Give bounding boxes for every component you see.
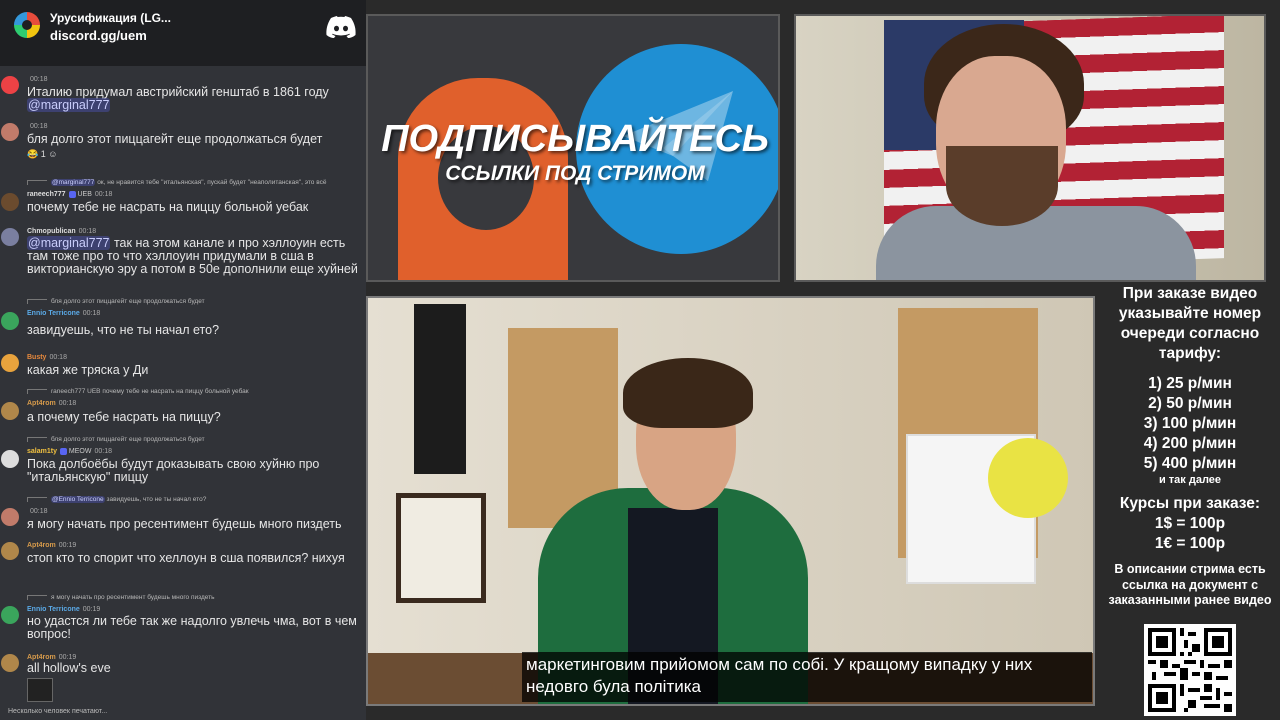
price-item: 5) 400 р/мин (1100, 454, 1280, 474)
promo-title: ПОДПИСЫВАЙТЕСЬ (370, 118, 780, 161)
subtitle-line-2: недовго була політика (526, 676, 1088, 698)
presenter-hair (623, 358, 753, 428)
price-list: 1) 25 р/мин 2) 50 р/мин 3) 100 р/мин 4) … (1100, 374, 1280, 486)
order-info-panel: При заказе видео указывайте номер очеред… (1100, 284, 1280, 720)
message-text: я могу начать про ресентимент будешь мно… (27, 518, 365, 531)
avatar[interactable] (1, 450, 19, 468)
streamer-beard (946, 146, 1058, 226)
server-icon[interactable] (14, 12, 40, 38)
message-meta: 00:18 (27, 74, 48, 85)
stream-layout: Урусификация (LG... discord.gg/uem 00:18… (0, 0, 1280, 720)
reply-preview[interactable]: бля долго этот пиццагейт еще продолжатьс… (27, 434, 205, 445)
message-text: почему тебе не насрать на пиццу больной … (27, 201, 365, 214)
avatar[interactable] (1, 312, 19, 330)
reply-preview[interactable]: @Ennio Terricone завидуешь, что не ты на… (27, 494, 206, 505)
avatar[interactable] (1, 354, 19, 372)
message-meta: 00:18 (27, 121, 48, 132)
avatar[interactable] (1, 508, 19, 526)
video-subtitles: маркетинговим прийомом сам по собі. У кр… (522, 652, 1092, 702)
avatar[interactable] (1, 542, 19, 560)
message-meta: salam1ty MEOW00:18 (27, 446, 112, 457)
avatar[interactable] (1, 76, 19, 94)
course-item: 1$ = 100р (1100, 514, 1280, 534)
course-item: 1€ = 100р (1100, 534, 1280, 554)
message-text: завидуешь, что не ты начал ето? (27, 324, 365, 337)
message-text: а почему тебе насрать на пиццу? (27, 411, 365, 424)
discord-chat-panel: Урусификация (LG... discord.gg/uem 00:18… (0, 0, 366, 720)
avatar[interactable] (1, 654, 19, 672)
description-note: В описании стрима есть ссылка на докумен… (1100, 562, 1280, 609)
message-meta: Ennio Terricone00:18 (27, 308, 100, 319)
attached-image[interactable] (27, 678, 53, 702)
price-item: 2) 50 р/мин (1100, 394, 1280, 414)
message-text: бля долго этот пиццагейт еще продолжатьс… (27, 133, 365, 146)
user-mention[interactable]: @marginal777 (27, 236, 110, 250)
avatar[interactable] (1, 606, 19, 624)
webcam-feed (794, 14, 1266, 282)
message-meta: Apt4rom00:18 (27, 398, 76, 409)
yellow-balloon (988, 438, 1068, 518)
promo-subtitle: ССЫЛКИ ПОД СТРИМОМ (370, 162, 780, 186)
avatar[interactable] (1, 228, 19, 246)
wall-poster (414, 304, 466, 474)
message-text: стоп кто то спорит что хеллоун в сша поя… (27, 552, 365, 565)
price-item: 1) 25 р/мин (1100, 374, 1280, 394)
message-text: но удастся ли тебе так же надолго увлечь… (27, 615, 365, 641)
courses-title: Курсы при заказе: (1100, 494, 1280, 514)
chat-header: Урусификация (LG... discord.gg/uem (0, 0, 366, 66)
reaction[interactable]: 😂 1 ☺ (27, 149, 57, 160)
qr-code-icon[interactable] (1144, 624, 1236, 716)
server-name: Урусификация (LG... (50, 11, 171, 25)
subscribe-banner: ПОДПИСЫВАЙТЕСЬ ССЫЛКИ ПОД СТРИМОМ (366, 14, 780, 282)
message-text: Пока долбоёбы будут доказывать свою хуйн… (27, 458, 365, 484)
avatar[interactable] (1, 193, 19, 211)
discord-icon (326, 16, 356, 38)
info-heading: При заказе видео указывайте номер очеред… (1100, 284, 1280, 364)
typing-indicator: Несколько человек печатают... (8, 708, 107, 715)
avatar[interactable] (1, 123, 19, 141)
message-mention-line: @marginal777 (27, 99, 365, 112)
price-item: 4) 200 р/мин (1100, 434, 1280, 454)
message-meta: raneech777 UEB00:18 (27, 189, 112, 200)
reply-preview[interactable]: я могу начать про ресентимент будешь мно… (27, 592, 215, 603)
reply-preview[interactable]: raneech777 UEB почему тебе не насрать на… (27, 386, 249, 397)
add-reaction-icon[interactable]: ☺ (48, 149, 57, 159)
message-meta: Apt4rom00:19 (27, 540, 76, 551)
message-text: @marginal777 так на этом канале и про хэ… (27, 237, 365, 276)
message-text: all hollow's eve (27, 662, 365, 675)
user-mention[interactable]: @marginal777 (27, 98, 110, 112)
reply-preview[interactable]: бля долго этот пиццагейт еще продолжатьс… (27, 296, 205, 307)
message-meta: Busty00:18 (27, 352, 67, 363)
price-more: и так далее (1100, 474, 1280, 486)
message-text: какая же тряска у Ди (27, 364, 365, 377)
reaction-emoji-icon: 😂 (27, 149, 41, 159)
main-video[interactable]: маркетинговим прийомом сам по собі. У кр… (366, 296, 1095, 706)
framed-poster (396, 493, 486, 603)
reply-preview[interactable]: @marginal777 ок, не нравится тебе "италь… (27, 177, 326, 188)
price-item: 3) 100 р/мин (1100, 414, 1280, 434)
message-meta: 00:18 (27, 506, 48, 517)
subtitle-line-1: маркетинговим прийомом сам по собі. У кр… (526, 654, 1088, 676)
message-list[interactable]: 00:18 Италию придумал австрийский геншта… (0, 66, 366, 706)
server-invite-link[interactable]: discord.gg/uem (50, 28, 147, 43)
avatar[interactable] (1, 402, 19, 420)
